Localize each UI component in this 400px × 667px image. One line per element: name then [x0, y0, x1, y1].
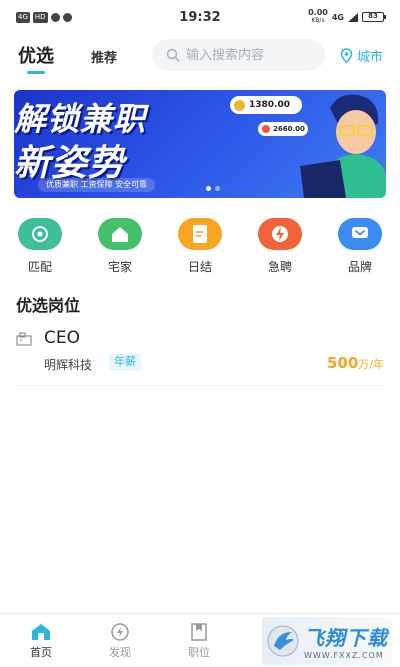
bottom-tab-bar: 首页 发现 职位 飞翔下载 WWW.FXXZ.COM [0, 613, 400, 667]
job-salary: 500万/年 [327, 354, 384, 372]
status-left: 4G HD [16, 11, 72, 23]
mail-icon [50, 12, 60, 22]
active-tab-indicator [27, 71, 45, 74]
home-icon [98, 218, 142, 250]
search-icon [166, 48, 180, 62]
wifi-icon [348, 12, 358, 22]
section-title: 优选岗位 [16, 296, 81, 315]
bookmark-icon [191, 623, 207, 641]
chevron-heart-icon [338, 218, 382, 250]
category-brand[interactable]: 品牌 [330, 218, 390, 275]
category-matching[interactable]: 匹配 [10, 218, 70, 275]
job-title: CEO [44, 328, 80, 348]
notification-icon [62, 12, 72, 22]
document-icon [178, 218, 222, 250]
watermark-url: WWW.FXXZ.COM [304, 651, 384, 660]
status-bar: 4G HD 19:32 0.00 KB/s 4G 83 [0, 0, 400, 34]
home-icon [32, 624, 50, 640]
watermark-cn: 飞翔下载 [304, 626, 388, 650]
category-label: 品牌 [347, 260, 372, 274]
category-home[interactable]: 宅家 [90, 218, 150, 275]
tab-jobs[interactable]: 职位 [174, 622, 224, 660]
city-selector[interactable]: 城市 [340, 46, 383, 65]
search-input[interactable] [186, 47, 316, 63]
banner-amount-card: 1380.00 [230, 96, 302, 114]
job-list-item[interactable]: CEO 明辉科技 年薪 500万/年 [0, 322, 400, 386]
battery-icon: 83 [362, 12, 386, 22]
target-icon [18, 218, 62, 250]
banner-amount-1: 1380.00 [249, 100, 290, 110]
job-company: 明辉科技 [44, 358, 93, 372]
wing-logo-icon [267, 625, 299, 657]
top-nav: 优选 推荐 城市 [0, 36, 400, 76]
city-label: 城市 [357, 50, 384, 65]
category-daily-pay[interactable]: 日结 [170, 218, 230, 275]
search-bar[interactable] [152, 39, 325, 71]
network-type: 4G [331, 12, 344, 22]
signal-chip: 4G [16, 11, 30, 23]
job-salary-unit: 万/年 [358, 358, 384, 371]
watermark-text: 飞翔下载 WWW.FXXZ.COM [304, 622, 388, 660]
banner-dot-active [206, 186, 211, 191]
tab-home-label: 首页 [30, 646, 52, 659]
network-speed-value: 0.00 [308, 8, 328, 17]
banner-pagination [206, 186, 220, 191]
network-speed: 0.00 KB/s [308, 9, 328, 25]
location-pin-icon [340, 48, 353, 63]
category-label: 宅家 [107, 260, 132, 274]
category-label: 匹配 [27, 260, 52, 274]
hd-chip: HD [32, 11, 48, 23]
coin-icon [234, 99, 245, 111]
compass-icon [111, 623, 129, 641]
flash-icon [258, 218, 302, 250]
category-label: 急聘 [267, 260, 292, 274]
list-divider [16, 385, 384, 386]
watermark-logo: 飞翔下载 WWW.FXXZ.COM [262, 617, 392, 665]
job-salary-value: 500 [326, 354, 359, 372]
network-speed-unit: KB/s [311, 17, 325, 24]
promo-banner[interactable]: 解锁兼职 新姿势 优质兼职 工资保障 安全可靠 1380.00 2660.00 [14, 90, 386, 198]
tab-discover-label: 发现 [109, 646, 131, 659]
category-row: 匹配 宅家 日结 急聘 品牌 [0, 218, 400, 278]
salary-type-badge: 年薪 [109, 353, 141, 371]
heart-icon [262, 125, 270, 133]
tab-tuijian[interactable]: 推荐 [91, 47, 117, 66]
banner-tagline: 优质兼职 工资保障 安全可靠 [38, 178, 156, 192]
tab-discover[interactable]: 发现 [95, 622, 145, 660]
company-building-icon [16, 332, 32, 346]
tab-youxuan[interactable]: 优选 [18, 42, 54, 68]
status-right: 0.00 KB/s 4G 83 [308, 9, 386, 25]
banner-person-illustration [300, 94, 386, 198]
category-urgent[interactable]: 急聘 [250, 218, 310, 275]
banner-dot [215, 186, 220, 191]
category-label: 日结 [187, 260, 212, 274]
tab-home[interactable]: 首页 [16, 622, 66, 660]
tab-jobs-label: 职位 [188, 646, 210, 659]
